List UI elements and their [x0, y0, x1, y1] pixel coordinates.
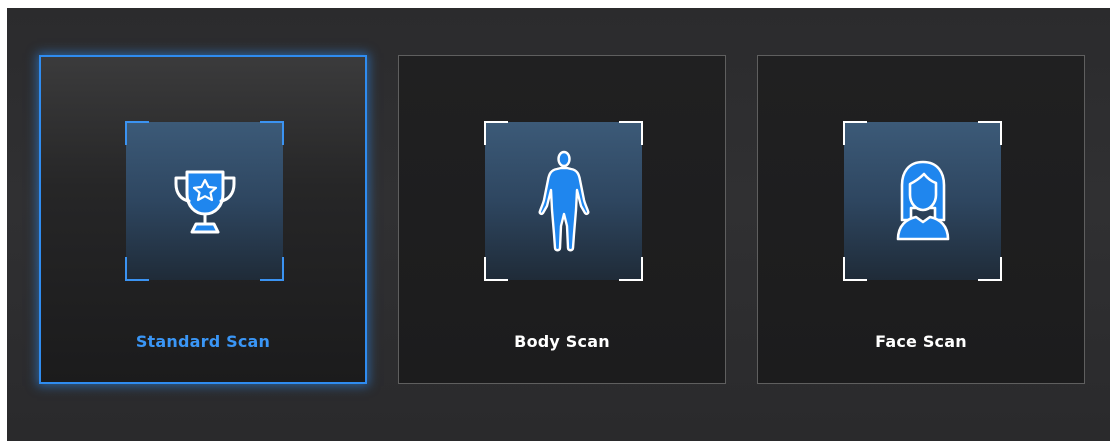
body-scan-card[interactable]: Body Scan — [398, 55, 726, 384]
body-scan-label: Body Scan — [514, 332, 610, 351]
standard-scan-label: Standard Scan — [135, 332, 271, 351]
standard-scan-card[interactable]: Standard Scan — [39, 55, 367, 384]
scan-mode-panel: Standard Scan Body Scan Face Scan — [7, 8, 1110, 441]
icon-frame — [843, 121, 1002, 281]
trophy-icon — [174, 170, 236, 234]
face-scan-card[interactable]: Face Scan — [757, 55, 1085, 384]
face-scan-label: Face Scan — [875, 332, 967, 351]
icon-frame — [484, 121, 643, 281]
human-body-icon — [538, 150, 590, 252]
icon-frame — [125, 121, 284, 281]
face-portrait-icon — [896, 160, 950, 241]
